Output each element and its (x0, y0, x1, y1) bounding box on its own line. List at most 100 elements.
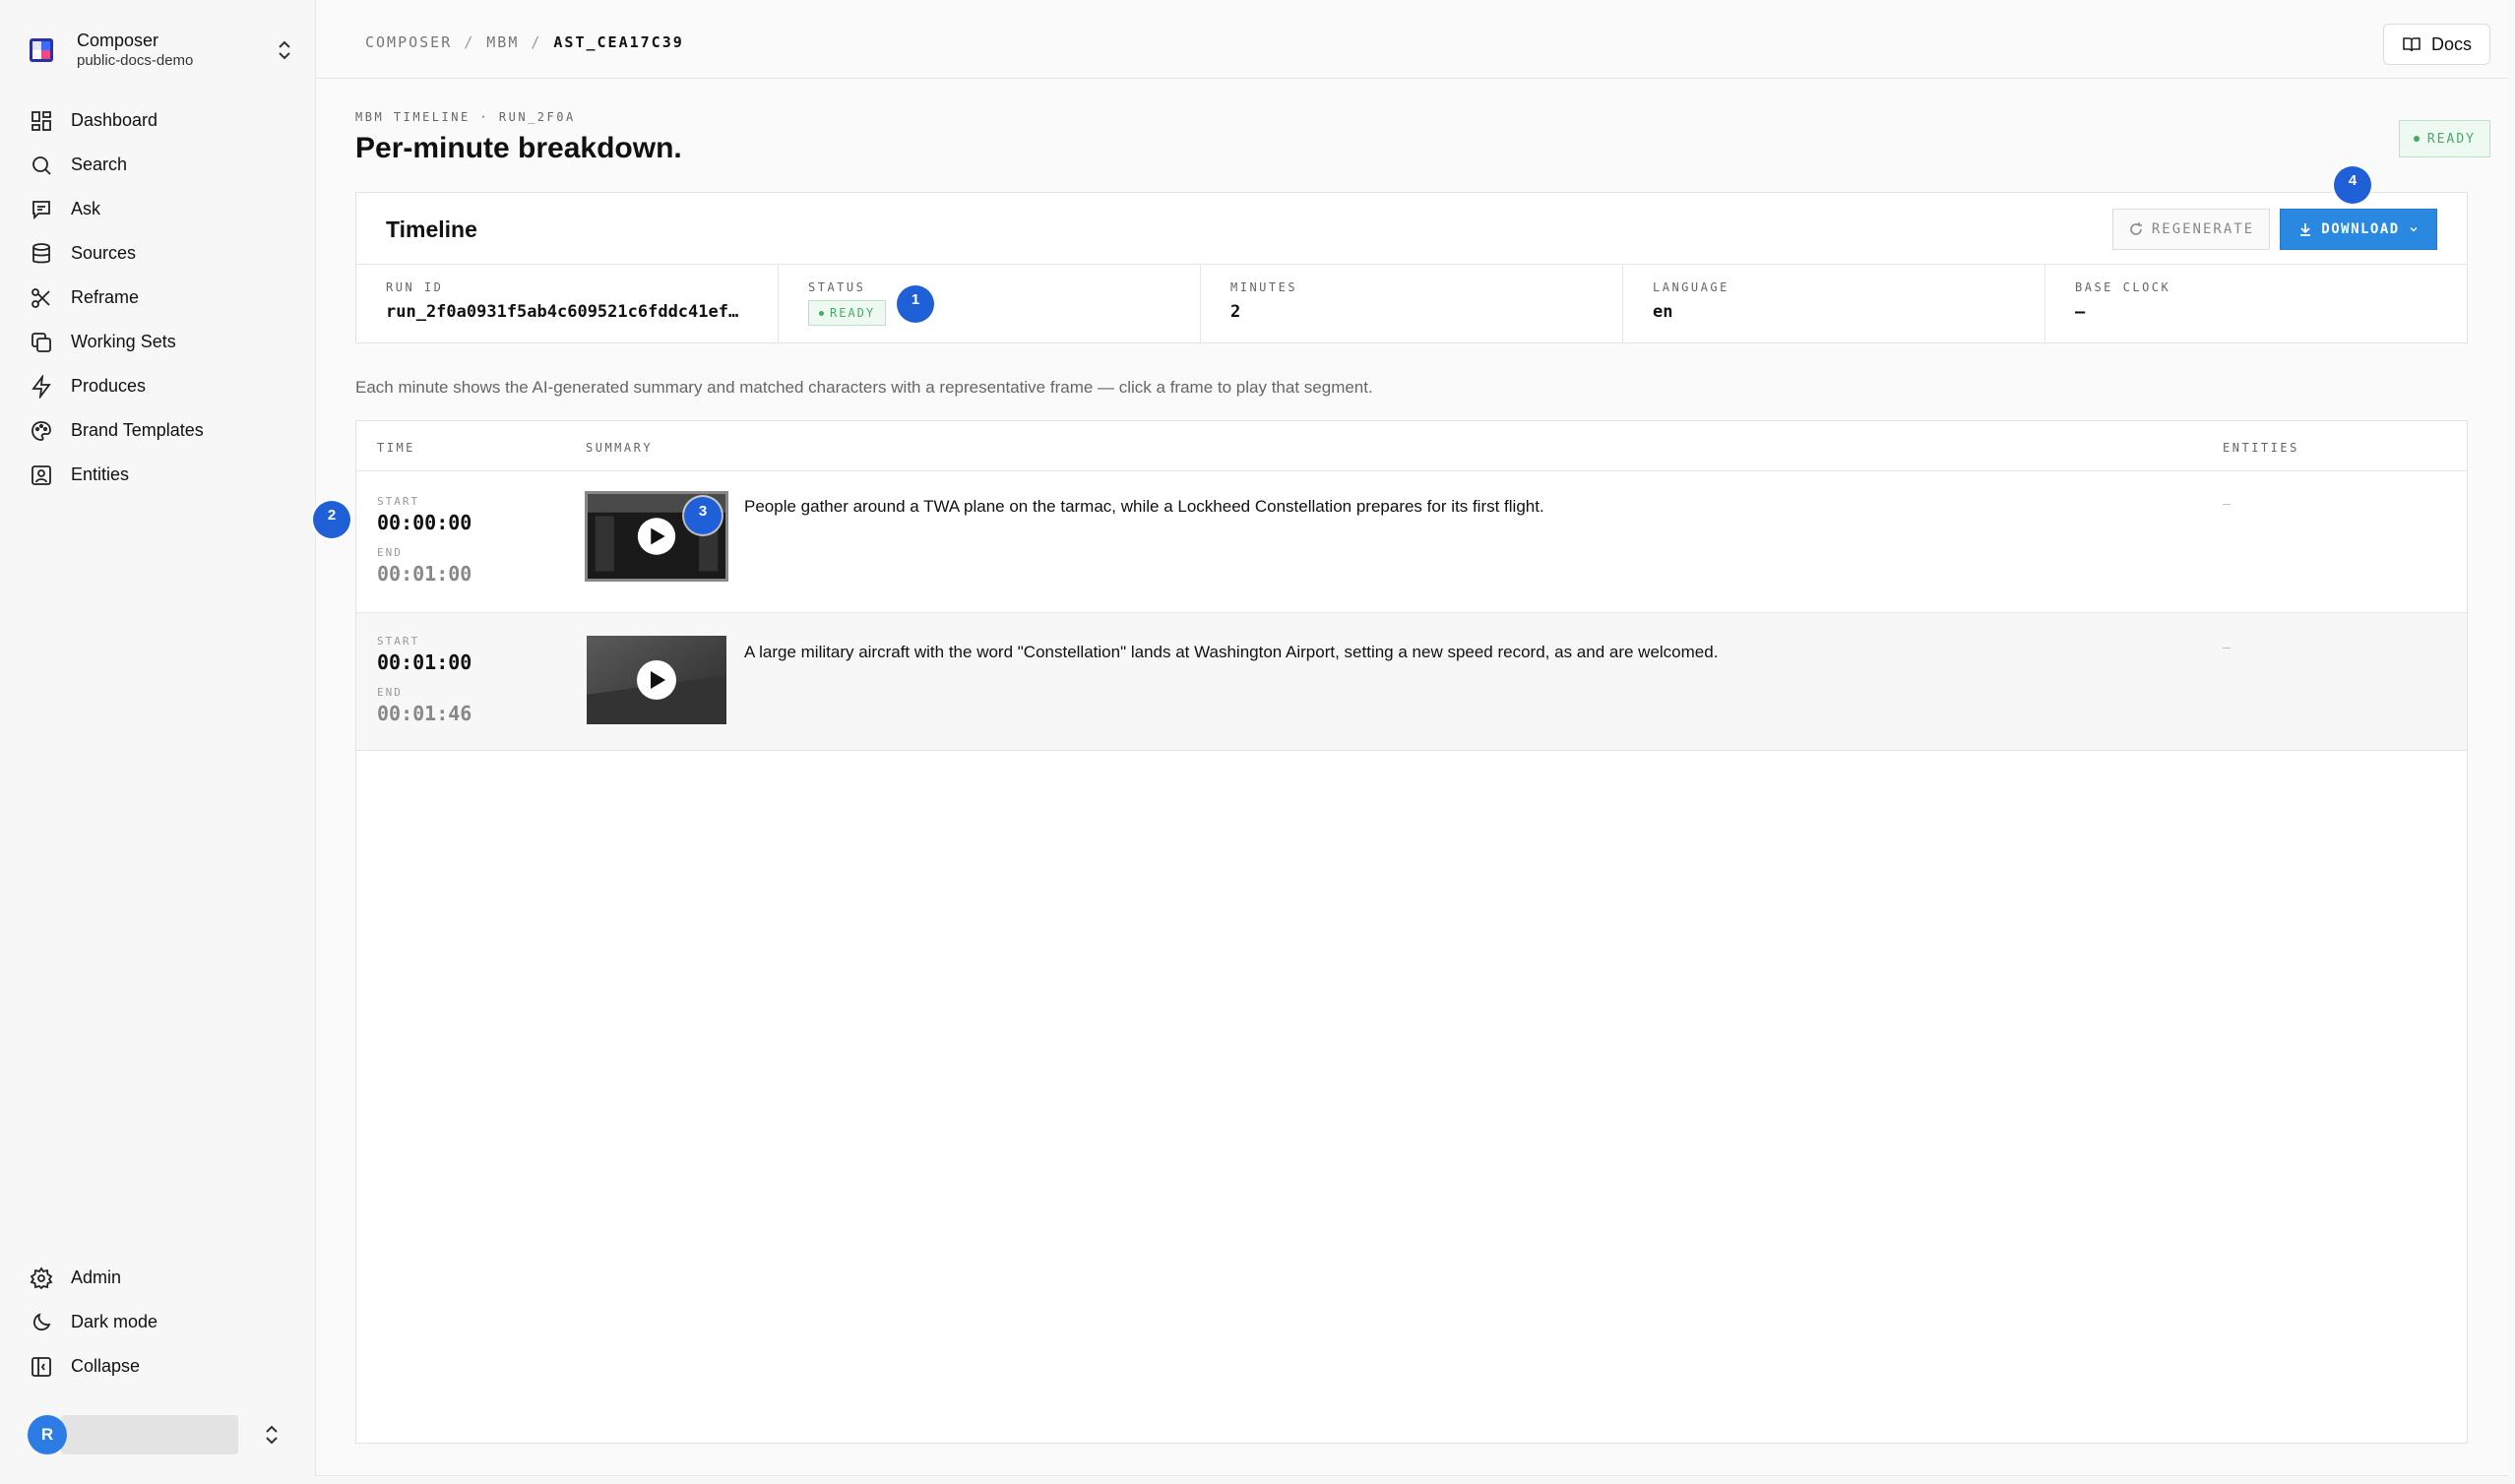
breadcrumb-current: AST_CEA17C39 (553, 33, 684, 51)
timeline-header: Timeline REGENERATE DOWNLOAD (356, 193, 2467, 265)
main-panel: COMPOSER / MBM / AST_CEA17C39 Docs MBM TIME L… (315, 0, 2508, 1476)
annotation-badge: 4 (2334, 166, 2371, 204)
nav-item-ask[interactable]: Ask (24, 187, 299, 231)
workspace-switcher[interactable]: Composer public-docs-demo (24, 22, 294, 79)
status-dot-icon (819, 310, 824, 316)
nav-item-produces[interactable]: Produces (24, 364, 299, 408)
nav-label: Collapse (71, 1356, 141, 1376)
end-time: 00:01:46 (377, 702, 472, 725)
meta-label: LANGUAGE (1653, 280, 1729, 294)
nav-item-search[interactable]: Search (24, 143, 299, 187)
download-icon (2300, 223, 2311, 236)
nav-item-admin[interactable]: Admin (24, 1256, 299, 1300)
frame-thumbnail[interactable] (587, 636, 726, 724)
description-text: Each minute shows the AI-generated summa… (355, 378, 1373, 397)
search-icon (30, 154, 53, 177)
column-header-time: TIME (377, 441, 415, 455)
workspace-logo-icon (24, 32, 59, 68)
column-header-summary: SUMMARY (586, 441, 654, 455)
start-label: START (377, 495, 420, 508)
status-dot-icon (2413, 136, 2420, 142)
collapse-panel-icon (30, 1355, 53, 1379)
nav-item-dashboard[interactable]: Dashboard (24, 98, 299, 143)
breadcrumb: COMPOSER / MBM / AST_CEA17C39 (365, 33, 684, 51)
bottom-nav: Admin Dark mode Collapse (24, 1256, 299, 1389)
nav-label: Ask (71, 199, 101, 218)
annotation-badge: 3 (684, 497, 722, 534)
breadcrumb-separator: / (531, 33, 542, 51)
book-icon (2403, 37, 2421, 52)
timeline-table: TIME SUMMARY ENTITIES START 00:00:00 END… (355, 420, 2468, 1444)
nav-item-brand-templates[interactable]: Brand Templates (24, 408, 299, 453)
entities-value: – (2223, 495, 2231, 511)
end-label: END (377, 546, 403, 559)
docs-button[interactable]: Docs (2382, 24, 2490, 65)
docs-label: Docs (2430, 33, 2472, 54)
status-text: READY (2426, 131, 2476, 147)
nav-label: Dashboard (71, 110, 158, 130)
table-row: START 00:00:00 END 00:01:00 People gathe… (356, 471, 2467, 613)
timeline-title: Timeline (386, 216, 477, 242)
nav-label: Produces (71, 376, 147, 396)
nav-label: Search (71, 155, 128, 174)
meta-language: LANGUAGE en (1623, 265, 2045, 343)
start-time: 00:01:00 (377, 650, 472, 674)
nav-item-reframe[interactable]: Reframe (24, 276, 299, 320)
chevron-updown-icon (262, 1422, 282, 1448)
palette-icon (30, 419, 53, 443)
annotation-badge: 2 (313, 501, 350, 538)
nav-label: Brand Templates (71, 420, 204, 440)
column-header-entities: ENTITIES (2223, 441, 2299, 455)
breadcrumb-composer[interactable]: COMPOSER (365, 33, 452, 51)
nav-label: Entities (71, 464, 130, 484)
table-row: START 00:01:00 END 00:01:46 A large mili… (356, 613, 2467, 751)
language-value: en (1653, 302, 1673, 322)
breadcrumb-separator: / (464, 33, 475, 51)
user-name-placeholder (61, 1415, 238, 1454)
status-badge: READY (2398, 120, 2490, 157)
meta-minutes: MINUTES 2 (1201, 265, 1623, 343)
base-clock-value: — (2075, 302, 2086, 322)
copy-icon (30, 331, 53, 354)
user-menu[interactable]: R (28, 1413, 295, 1456)
meta-run-id: RUN ID run_2f0a0931f5ab4c609521c6fddc41e… (356, 265, 779, 343)
meta-label: RUN ID (386, 280, 444, 294)
meta-base-clock: BASE CLOCK — (2045, 265, 2467, 343)
nav-item-collapse[interactable]: Collapse (24, 1344, 299, 1389)
meta-label: STATUS (808, 280, 866, 294)
database-icon (30, 242, 53, 266)
segment-summary: A large military aircraft with the word … (744, 643, 1719, 661)
chat-icon (30, 198, 53, 221)
person-card-icon (30, 464, 53, 487)
gear-icon (30, 1266, 53, 1290)
nav-item-sources[interactable]: Sources (24, 231, 299, 276)
breadcrumb-mbm[interactable]: MBM (486, 33, 519, 51)
start-time: 00:00:00 (377, 511, 472, 534)
refresh-icon (2130, 222, 2142, 235)
timeline-card: Timeline REGENERATE DOWNLOAD RUN ID run_… (355, 192, 2468, 343)
regenerate-label: REGENERATE (2151, 221, 2255, 237)
start-label: START (377, 635, 420, 648)
status-badge: READY (808, 300, 887, 326)
run-meta-row: RUN ID run_2f0a0931f5ab4c609521c6fddc41e… (356, 265, 2467, 343)
nav-label: Working Sets (71, 332, 176, 351)
nav-label: Dark mode (71, 1312, 158, 1331)
nav-label: Admin (71, 1268, 122, 1287)
workspace-name: Composer (77, 31, 159, 50)
nav-label: Sources (71, 243, 137, 263)
segment-summary: People gather around a TWA plane on the … (744, 497, 1544, 516)
download-button[interactable]: DOWNLOAD (2280, 209, 2437, 250)
sidebar: Composer public-docs-demo Dashboard Sear… (0, 0, 315, 1484)
nav-item-entities[interactable]: Entities (24, 453, 299, 497)
regenerate-button[interactable]: REGENERATE (2112, 209, 2270, 250)
nav-item-dark-mode[interactable]: Dark mode (24, 1300, 299, 1344)
entities-value: – (2223, 639, 2231, 654)
meta-label: BASE CLOCK (2075, 280, 2171, 294)
nav-item-working-sets[interactable]: Working Sets (24, 320, 299, 364)
run-id-value: run_2f0a0931f5ab4c609521c6fddc41ef… (386, 302, 739, 322)
chevron-down-icon (2410, 227, 2418, 232)
moon-icon (30, 1311, 53, 1334)
dashboard-icon (30, 109, 53, 133)
avatar: R (28, 1415, 67, 1454)
meta-status: STATUS READY (779, 265, 1201, 343)
